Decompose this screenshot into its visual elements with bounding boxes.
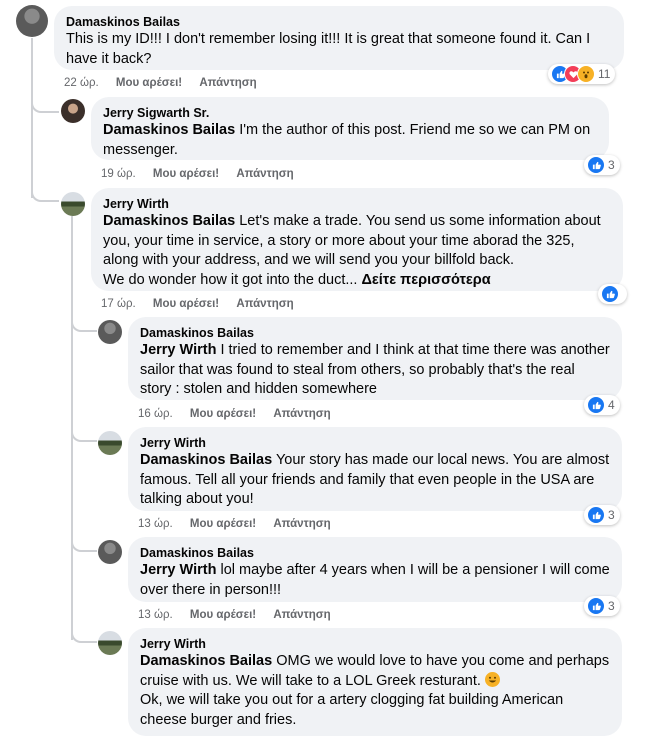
- comment-author[interactable]: Jerry Wirth: [140, 636, 610, 652]
- comment-author[interactable]: Damaskinos Bailas: [140, 545, 610, 561]
- comment-author[interactable]: Jerry Wirth: [103, 196, 611, 212]
- reply-button[interactable]: Απάντηση: [236, 298, 293, 310]
- like-button[interactable]: Μου αρέσει!: [153, 298, 219, 310]
- reply-button[interactable]: Απάντηση: [199, 77, 256, 89]
- like-icon: [587, 156, 605, 174]
- thread-connector-curve: [31, 180, 59, 202]
- avatar[interactable]: [98, 431, 122, 455]
- comment-text: Damaskinos Bailas OMG we would love to h…: [140, 653, 610, 728]
- mention-link[interactable]: Jerry Wirth: [140, 342, 216, 358]
- avatar[interactable]: [98, 320, 122, 344]
- comment-timestamp[interactable]: 13 ώρ.: [138, 518, 173, 530]
- comment-meta: 13 ώρ. Μου αρέσει! Απάντηση: [138, 517, 345, 531]
- comment-meta: 13 ώρ. Μου αρέσει! Απάντηση: [138, 608, 345, 622]
- reaction-summary[interactable]: 3: [584, 596, 620, 616]
- comment-text: Damaskinos Bailas Let's make a trade. Yo…: [103, 213, 601, 288]
- reaction-count: 3: [608, 508, 615, 522]
- like-icon: [587, 506, 605, 524]
- comment-bubble: Damaskinos Bailas This is my ID!!! I don…: [54, 6, 624, 70]
- wow-icon: [577, 65, 595, 83]
- like-icon: [587, 597, 605, 615]
- thread-line-main: [31, 38, 33, 198]
- avatar[interactable]: [98, 540, 122, 564]
- mention-link[interactable]: Jerry Wirth: [140, 562, 216, 578]
- reaction-summary[interactable]: 3: [584, 155, 620, 175]
- thread-connector-curve: [71, 629, 97, 643]
- reply-button[interactable]: Απάντηση: [273, 518, 330, 530]
- avatar[interactable]: [61, 192, 85, 216]
- comment-meta: 17 ώρ. Μου αρέσει! Απάντηση: [101, 297, 308, 311]
- comment-author[interactable]: Jerry Sigwarth Sr.: [103, 105, 597, 121]
- comment-text: This is my ID!!! I don't remember losing…: [66, 31, 591, 67]
- like-button[interactable]: Μου αρέσει!: [190, 609, 256, 621]
- thread-connector-curve: [31, 100, 59, 113]
- mention-link[interactable]: Damaskinos Bailas: [103, 213, 235, 229]
- comment-text: Jerry Wirth lol maybe after 4 years when…: [140, 562, 610, 598]
- comment-author[interactable]: Jerry Wirth: [140, 435, 610, 451]
- comment-author[interactable]: Damaskinos Bailas: [140, 325, 610, 341]
- reaction-count: 3: [608, 158, 615, 172]
- grinning-face-emoji: [484, 671, 500, 687]
- thread-connector-curve: [71, 428, 97, 442]
- like-button[interactable]: Μου αρέσει!: [153, 168, 219, 180]
- comment-timestamp[interactable]: 17 ώρ.: [101, 298, 136, 310]
- like-button[interactable]: Μου αρέσει!: [190, 408, 256, 420]
- reaction-summary[interactable]: [598, 284, 627, 304]
- avatar[interactable]: [61, 99, 85, 123]
- like-icon: [587, 396, 605, 414]
- reaction-summary[interactable]: 11: [548, 64, 616, 84]
- comment-bubble: Damaskinos Bailas Jerry Wirth lol maybe …: [128, 537, 622, 602]
- comment-timestamp[interactable]: 16 ώρ.: [138, 408, 173, 420]
- comment-bubble: Damaskinos Bailas Jerry Wirth I tried to…: [128, 317, 622, 400]
- reply-button[interactable]: Απάντηση: [236, 168, 293, 180]
- comment-meta: 16 ώρ. Μου αρέσει! Απάντηση: [138, 407, 345, 421]
- like-button[interactable]: Μου αρέσει!: [190, 518, 256, 530]
- thread-connector-curve: [71, 538, 97, 552]
- thread-connector-curve: [71, 318, 97, 332]
- see-more-link[interactable]: Δείτε περισσότερα: [361, 272, 490, 288]
- avatar[interactable]: [98, 631, 122, 655]
- reaction-summary[interactable]: 4: [584, 395, 620, 415]
- avatar[interactable]: [16, 5, 48, 37]
- mention-link[interactable]: Damaskinos Bailas: [103, 122, 235, 138]
- reaction-count: 11: [598, 67, 611, 81]
- like-icon: [601, 285, 619, 303]
- reaction-count: 4: [608, 398, 615, 412]
- comment-bubble: Jerry Sigwarth Sr. Damaskinos Bailas I'm…: [91, 97, 609, 160]
- comment-timestamp[interactable]: 22 ώρ.: [64, 77, 99, 89]
- comment-timestamp[interactable]: 13 ώρ.: [138, 609, 173, 621]
- comment-bubble: Jerry Wirth Damaskinos Bailas Let's make…: [91, 188, 623, 291]
- reaction-summary[interactable]: 3: [584, 505, 620, 525]
- mention-link[interactable]: Damaskinos Bailas: [140, 452, 272, 468]
- reaction-count: 3: [608, 599, 615, 613]
- comment-text: Damaskinos Bailas I'm the author of this…: [103, 122, 591, 158]
- like-button[interactable]: Μου αρέσει!: [116, 77, 182, 89]
- comment-author[interactable]: Damaskinos Bailas: [66, 14, 612, 30]
- comment-bubble: Jerry Wirth Damaskinos Bailas OMG we wou…: [128, 628, 622, 736]
- comment-meta: 22 ώρ. Μου αρέσει! Απάντηση: [64, 76, 271, 90]
- reply-button[interactable]: Απάντηση: [273, 408, 330, 420]
- comment-timestamp[interactable]: 19 ώρ.: [101, 168, 136, 180]
- comment-text: Damaskinos Bailas Your story has made ou…: [140, 452, 610, 507]
- mention-link[interactable]: Damaskinos Bailas: [140, 653, 272, 669]
- comment-bubble: Jerry Wirth Damaskinos Bailas Your story…: [128, 427, 622, 511]
- comment-text: Jerry Wirth I tried to remember and I th…: [140, 342, 610, 397]
- reply-button[interactable]: Απάντηση: [273, 609, 330, 621]
- comment-meta: 19 ώρ. Μου αρέσει! Απάντηση: [101, 167, 308, 181]
